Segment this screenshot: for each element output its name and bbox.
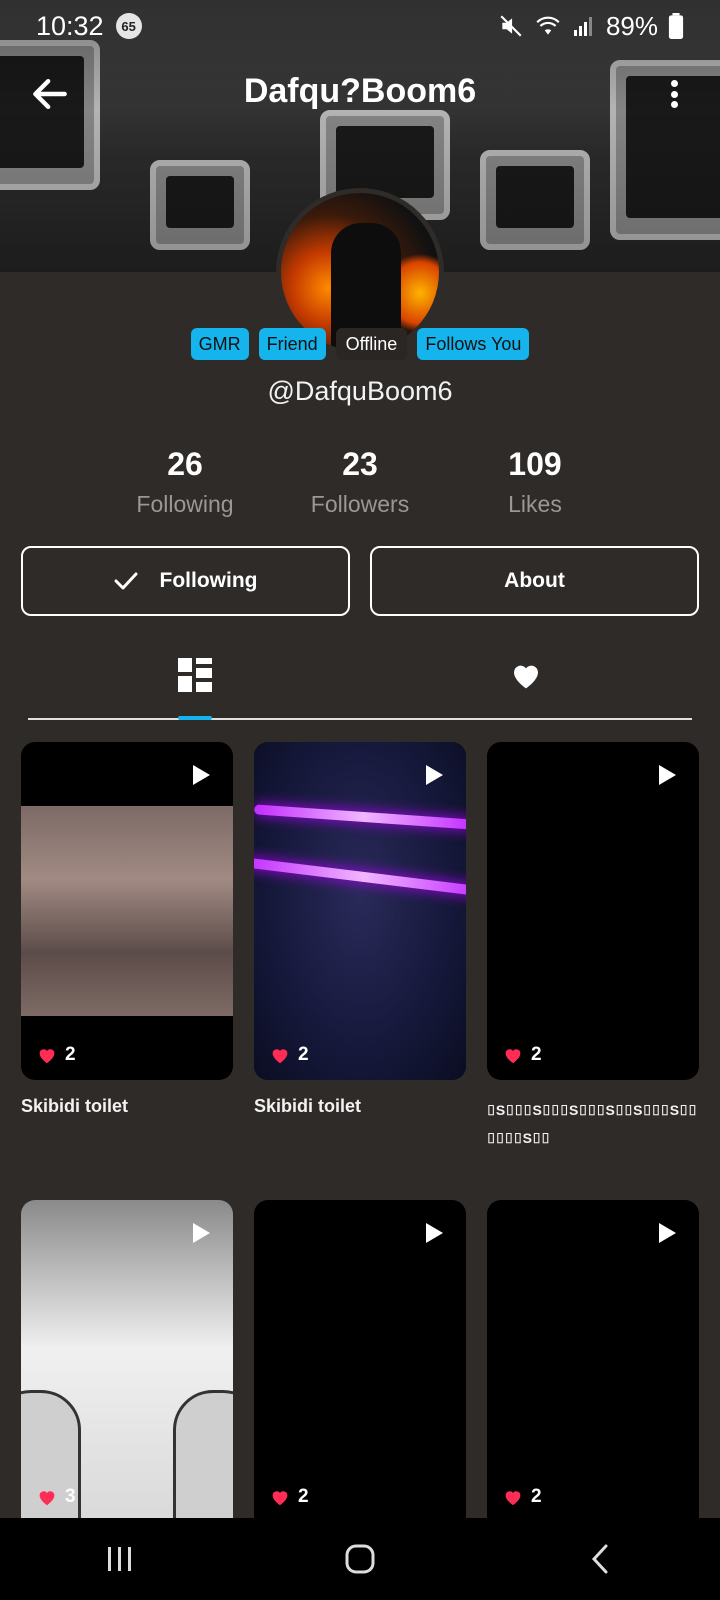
play-icon xyxy=(659,1223,676,1243)
heart-icon xyxy=(514,665,538,689)
status-bar: 10:32 65 89% xyxy=(0,0,720,52)
like-count: 2 xyxy=(37,1044,76,1066)
page-title: Dafqu?Boom6 xyxy=(243,72,477,110)
home-button[interactable] xyxy=(330,1529,390,1589)
like-count-value: 2 xyxy=(531,1486,542,1507)
tab-divider xyxy=(28,718,692,720)
wifi-icon xyxy=(536,16,560,35)
following-button-label: Following xyxy=(159,569,258,592)
tab-liked[interactable] xyxy=(510,660,542,690)
video-caption: Skibidi toilet xyxy=(21,1096,129,1116)
video-card[interactable]: 2 xyxy=(254,742,466,1080)
play-icon xyxy=(426,1223,443,1243)
grid-icon xyxy=(178,658,212,692)
status-time: 10:32 xyxy=(36,10,104,41)
video-thumbnail xyxy=(21,806,233,1016)
like-count: 3 xyxy=(37,1486,76,1508)
system-navigation-bar xyxy=(0,1518,720,1600)
video-caption: Skibidi toilet xyxy=(254,1096,362,1116)
video-thumbnail xyxy=(21,1200,233,1530)
like-count-value: 2 xyxy=(65,1044,76,1065)
signal-icon xyxy=(573,17,592,36)
about-button-label: About xyxy=(504,569,565,592)
stat-value: 109 xyxy=(508,446,562,482)
video-card[interactable]: 2 xyxy=(487,742,699,1080)
heart-icon xyxy=(272,1491,288,1506)
tab-videos[interactable] xyxy=(178,658,212,692)
stat-value: 23 xyxy=(342,446,378,482)
mute-icon xyxy=(500,15,522,37)
play-icon xyxy=(193,1223,210,1243)
active-tab-indicator xyxy=(178,716,212,720)
battery-percentage: 89% xyxy=(605,10,658,41)
like-count-value: 2 xyxy=(298,1044,309,1065)
badge-friend: Friend xyxy=(258,328,326,360)
play-icon xyxy=(193,765,210,785)
like-count-value: 3 xyxy=(65,1486,76,1507)
like-count-value: 2 xyxy=(298,1486,309,1507)
heart-icon xyxy=(39,1049,55,1064)
chevron-left-icon xyxy=(591,1544,608,1574)
like-count: 2 xyxy=(503,1486,542,1508)
stat-label: Likes xyxy=(508,491,562,517)
stat-value: 26 xyxy=(167,446,203,482)
like-count-value: 2 xyxy=(531,1044,542,1065)
video-caption: ⌷S⌷⌷⌷S⌷⌷⌷S⌷⌷⌷S⌷⌷S⌷⌷⌷S⌷⌷⌷⌷⌷⌷S⌷⌷ xyxy=(487,1102,698,1146)
checkmark-icon xyxy=(114,572,137,590)
video-card[interactable]: 2 xyxy=(21,742,233,1080)
stat-followers[interactable]: 23 Followers xyxy=(270,446,450,518)
badge-gmr: GMR xyxy=(190,328,249,360)
back-nav-button[interactable] xyxy=(570,1529,630,1589)
more-options-button[interactable] xyxy=(664,74,684,114)
battery-icon xyxy=(668,13,684,39)
video-thumbnail xyxy=(254,742,466,1080)
about-button[interactable]: About xyxy=(370,546,699,616)
heart-icon xyxy=(505,1491,521,1506)
stat-following[interactable]: 26 Following xyxy=(95,446,275,518)
recent-apps-button[interactable] xyxy=(90,1529,150,1589)
user-badges: GMR Friend Offline Follows You xyxy=(0,328,720,360)
home-icon xyxy=(345,1544,375,1574)
more-vertical-icon xyxy=(670,80,678,87)
stat-label: Following xyxy=(136,491,234,517)
heart-icon xyxy=(272,1049,288,1064)
play-icon xyxy=(426,765,443,785)
stat-likes[interactable]: 109 Likes xyxy=(445,446,625,518)
recent-apps-icon xyxy=(108,1547,131,1571)
notification-count-badge: 65 xyxy=(115,13,142,39)
following-button[interactable]: Following xyxy=(21,546,350,616)
like-count: 2 xyxy=(270,1486,309,1508)
heart-icon xyxy=(505,1049,521,1064)
stat-label: Followers xyxy=(310,491,410,517)
heart-icon xyxy=(39,1491,55,1506)
video-card[interactable]: 2 xyxy=(487,1200,699,1530)
video-card[interactable]: 2 xyxy=(254,1200,466,1530)
video-card[interactable]: 3 xyxy=(21,1200,233,1530)
username-handle: @DafquBoom6 xyxy=(267,376,453,406)
like-count: 2 xyxy=(503,1044,542,1066)
badge-follows-you: Follows You xyxy=(417,328,530,360)
like-count: 2 xyxy=(270,1044,309,1066)
badge-offline: Offline xyxy=(335,328,408,360)
title-bar: Dafqu?Boom6 xyxy=(0,62,720,126)
play-icon xyxy=(659,765,676,785)
